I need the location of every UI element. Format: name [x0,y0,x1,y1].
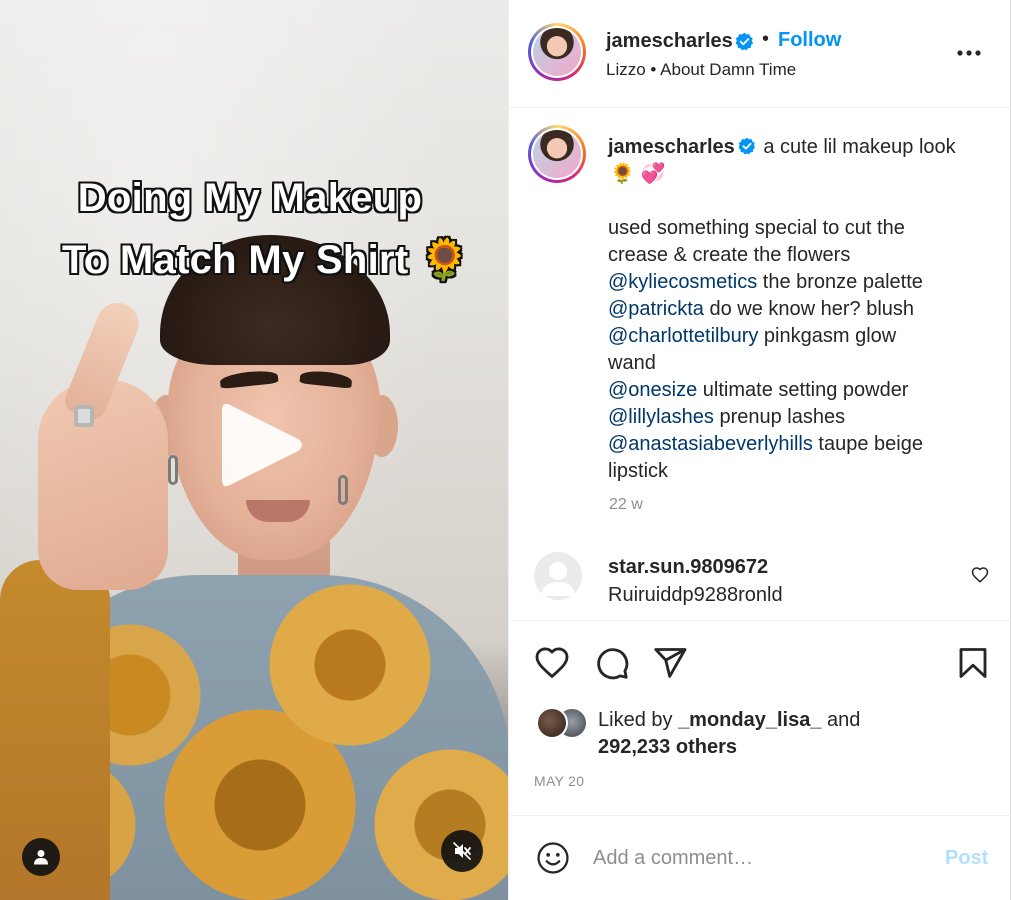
video-subject [168,455,178,485]
author-avatar[interactable] [528,23,586,81]
liker-username-link[interactable]: _monday_lisa_ [678,709,821,731]
comment-text: Ruiruiddp9288ronld [608,584,783,606]
avatar [533,130,581,178]
default-avatar-icon [541,562,575,596]
caption-text: a cute lil makeup look [763,136,956,158]
likes-count-link[interactable]: 292,233 others [598,736,737,759]
caption-line-text: ultimate setting powder [697,379,909,401]
caption-line: @charlottetilbury pinkgasm glow [608,323,978,350]
commenter-username[interactable]: star.sun.9809672 [608,556,768,579]
caption-line-text: used something special to cut the [608,217,905,239]
mention-link[interactable]: @charlottetilbury [608,325,758,347]
caption-line-text: crease & create the flowers [608,244,851,266]
caption-line: @patrickta do we know her? blush [608,296,978,323]
more-horizontal-icon[interactable] [955,40,983,66]
comment-item: star.sun.9809672 Ruiruiddp9288ronld [509,550,1011,614]
mention-link[interactable]: @anastasiabeverlyhills [608,433,813,455]
verified-badge-icon [735,32,754,51]
follow-button[interactable]: Follow [778,29,841,52]
caption-line-text: pinkgasm glow [758,325,897,347]
caption-body: used something special to cut the crease… [608,215,978,485]
caption-line: @anastasiabeverlyhills taupe beige [608,431,978,458]
caption-line-text: lipstick [608,460,669,482]
video-subject [338,475,348,505]
post-date[interactable]: MAY 20 [534,773,584,789]
caption-line-text: taupe beige [812,433,923,455]
user-icon [34,850,48,865]
caption-line: wand [608,350,978,377]
post-details-panel: jamescharles • Follow Lizzo • About Damn… [508,0,1011,900]
caption-line: @onesize ultimate setting powder [608,377,978,404]
caption-emojis: 🌻 💞 [610,163,666,185]
caption-line-text: wand [608,352,656,374]
caption-line-text: prenup lashes [713,406,846,428]
liker-avatars[interactable] [536,707,592,741]
mention-link[interactable]: @onesize [608,379,697,401]
bookmark-icon[interactable] [955,645,991,681]
caption-username[interactable]: jamescharles [608,136,735,158]
mention-link[interactable]: @kyliecosmetics [608,271,757,293]
post-actions: Liked by _monday_lisa_ and 292,233 other… [509,620,1011,820]
caption-line: lipstick [608,458,978,485]
video-overlay-caption: To Match My Shirt 🌻 [61,238,471,282]
comment-input[interactable] [593,842,923,874]
smiley-icon[interactable] [536,841,570,875]
liked-by-text: Liked by _monday_lisa_ and [598,709,860,732]
caption-line-text: do we know her? blush [703,298,915,320]
liked-by-prefix: Liked by [598,709,679,731]
heart-icon[interactable] [971,566,989,584]
tagged-users-button[interactable] [22,838,60,876]
mention-link[interactable]: @patrickta [608,298,704,320]
avatar [536,707,568,739]
caption-line: @kyliecosmetics the bronze palette [608,269,978,296]
comment-icon[interactable] [594,645,630,681]
caption-line: crease & create the flowers [608,242,978,269]
speaker-muted-icon [453,842,471,860]
caption-line: used something special to cut the [608,215,978,242]
video-subject-ring [74,405,94,427]
commenter-avatar[interactable] [534,552,582,600]
caption-timestamp[interactable]: 22 w [609,496,643,514]
caption-author-avatar[interactable] [528,125,586,183]
caption-first-line: jamescharles a cute lil makeup look [608,134,956,161]
heart-icon[interactable] [534,645,570,681]
post-header: jamescharles • Follow Lizzo • About Damn… [509,0,1011,108]
separator-dot: • [762,28,770,50]
verified-badge-icon [738,137,755,155]
audio-track-link[interactable]: Lizzo • About Damn Time [606,60,796,80]
post-comment-button[interactable]: Post [945,847,988,870]
author-username[interactable]: jamescharles [606,30,733,53]
post-media-video[interactable]: Doing My Makeup To Match My Shirt 🌻 [0,0,508,900]
send-icon[interactable] [652,645,688,681]
mute-toggle-button[interactable] [441,830,483,872]
caption-line-text: the bronze palette [757,271,923,293]
liked-by-and: and [821,709,861,731]
video-overlay-caption: Doing My Makeup [77,176,423,220]
play-icon[interactable] [212,395,308,495]
avatar [533,28,581,76]
mention-link[interactable]: @lillylashes [608,406,714,428]
add-comment-bar: Post [509,815,1011,900]
caption-line: @lillylashes prenup lashes [608,404,978,431]
